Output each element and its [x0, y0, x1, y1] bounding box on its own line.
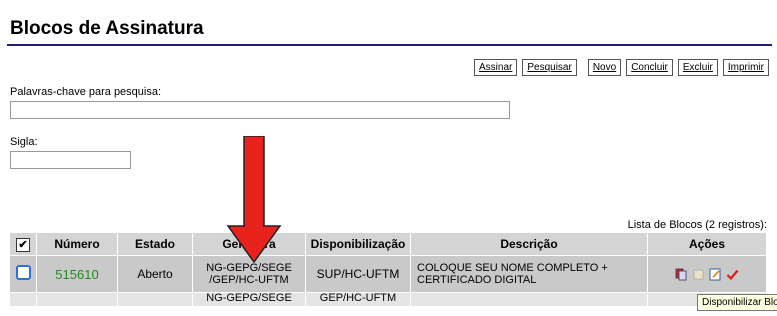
novo-button[interactable]: Novo [587, 59, 622, 76]
toolbar: Assinar Pesquisar Novo Concluir Excluir … [474, 59, 769, 76]
col-acoes: Ações [647, 232, 767, 256]
row-estado: Aberto [117, 255, 193, 293]
row-numero[interactable]: 515610 [36, 255, 118, 293]
concluir-button[interactable]: Concluir [626, 59, 673, 76]
row-descricao: COLOQUE SEU NOME COMPLETO + CERTIFICADO … [410, 255, 648, 293]
sigla-input[interactable] [10, 151, 131, 169]
block-icon[interactable] [692, 268, 705, 281]
col-descricao[interactable]: Descrição [410, 232, 648, 256]
row-actions [647, 255, 767, 293]
excluir-button[interactable]: Excluir [677, 59, 718, 76]
check-icon[interactable] [726, 268, 739, 281]
sigla-label: Sigla: [10, 136, 38, 148]
red-arrow-annotation [226, 136, 282, 264]
row-numero[interactable] [36, 292, 118, 307]
row-descricao [410, 292, 648, 307]
table-row: NG-GEPG/SEGE GEP/HC-UFTM [9, 292, 767, 307]
table-row: 515610 Aberto NG-GEPG/SEGE /GEP/HC-UFTM … [9, 255, 767, 293]
table-caption: Lista de Blocos (2 registros): [627, 219, 767, 231]
col-disponibilizacao[interactable]: Disponibilização [305, 232, 411, 256]
select-all-header[interactable]: ✔ [9, 232, 37, 256]
row-disponibilizacao: SUP/HC-UFTM [305, 255, 411, 293]
row-select-cell[interactable] [9, 255, 37, 293]
page-title: Blocos de Assinatura [10, 18, 204, 39]
row-estado [117, 292, 193, 307]
row-checkbox[interactable] [15, 265, 31, 280]
select-all-checkbox[interactable]: ✔ [16, 237, 30, 252]
table-header-row: ✔ Número Estado Geradora Disponibilizaçã… [9, 232, 767, 256]
blocks-table: ✔ Número Estado Geradora Disponibilizaçã… [9, 232, 767, 307]
title-divider [7, 44, 772, 46]
tooltip: Disponibilizar Bloc [697, 294, 777, 311]
documents-icon[interactable] [675, 268, 688, 281]
col-estado[interactable]: Estado [117, 232, 193, 256]
keywords-label: Palavras-chave para pesquisa: [10, 86, 162, 98]
keywords-input[interactable] [10, 101, 510, 119]
edit-icon[interactable] [709, 268, 722, 281]
imprimir-button[interactable]: Imprimir [722, 59, 769, 76]
assinar-button[interactable]: Assinar [474, 59, 518, 76]
row-geradora: NG-GEPG/SEGE [192, 292, 306, 307]
col-numero[interactable]: Número [36, 232, 118, 256]
row-disponibilizacao: GEP/HC-UFTM [305, 292, 411, 307]
row-select-cell[interactable] [9, 292, 37, 307]
pesquisar-button[interactable]: Pesquisar [522, 59, 577, 76]
